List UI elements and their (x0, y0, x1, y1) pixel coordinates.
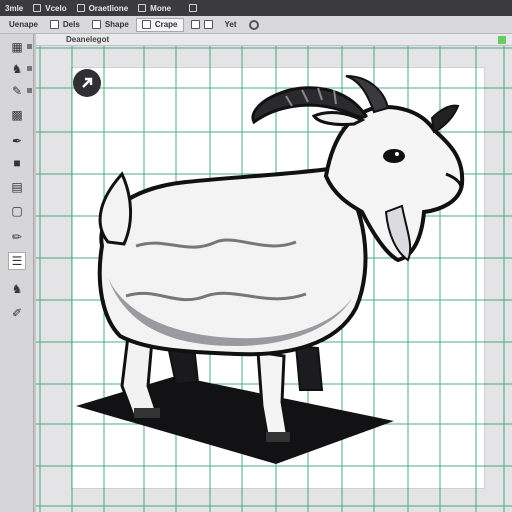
menu-more-label: Mone (150, 3, 172, 13)
tab-crape-label: Crape (154, 20, 178, 29)
tab-dels[interactable]: Dels (45, 18, 85, 32)
menu-extra[interactable] (176, 0, 202, 16)
menu-more[interactable]: Mone (133, 0, 176, 16)
tab-shape-label: Shape (104, 20, 129, 29)
menu-bar: 3mle Vcelo Oraetlione Mone (0, 0, 512, 16)
tool-select[interactable]: ☰ (8, 252, 26, 270)
tool-brush[interactable]: ✎ (8, 82, 26, 100)
shape-icon: ■ (13, 156, 21, 170)
move-icon: ▦ (11, 40, 23, 54)
layer-icon (49, 20, 59, 29)
gear-icon (248, 19, 259, 30)
tool-text[interactable]: ▤ (8, 178, 26, 196)
document-tab-bar: Deanelegot (36, 34, 512, 46)
menu-file[interactable]: 3mle (0, 0, 28, 16)
animal-icon: ♞ (11, 282, 23, 296)
status-marker-icon (498, 36, 506, 44)
frame-icon: ▢ (11, 204, 23, 218)
checkbox-icon (189, 4, 198, 12)
brush-icon: ✎ (11, 84, 23, 98)
tab-undo[interactable]: Uenape (4, 18, 43, 32)
workspace[interactable] (36, 46, 512, 512)
crop-icon (141, 20, 151, 29)
tool-sketch[interactable]: ✏ (8, 228, 26, 246)
tab-check[interactable] (186, 18, 218, 32)
sketch-icon: ✏ (11, 230, 23, 244)
tool-layers[interactable]: ▩ (8, 106, 26, 124)
shape-icon (91, 20, 101, 29)
select-icon: ☰ (11, 254, 23, 268)
expand-icon[interactable] (27, 44, 32, 49)
tool-draw[interactable]: ✐ (8, 304, 26, 322)
app-window: 3mle Vcelo Oraetlione Mone Uenape Dels S… (0, 0, 512, 512)
tool-shape[interactable]: ■ (8, 154, 26, 172)
pen-icon: ✒ (11, 134, 23, 148)
goat-icon: ♞ (11, 62, 23, 76)
menu-create[interactable]: Oraetlione (72, 0, 134, 16)
checkbox-icon (33, 4, 42, 12)
document-title[interactable]: Deanelegot (66, 35, 109, 44)
checkbox-icon (76, 4, 85, 12)
layers-icon: ▩ (11, 108, 23, 122)
tool-animal[interactable]: ♞ (8, 280, 26, 298)
menu-file-label: 3mle (5, 3, 24, 13)
tab-shape[interactable]: Shape (87, 18, 134, 32)
expand-icon[interactable] (27, 88, 32, 93)
expand-arrow-icon (82, 77, 93, 88)
grid-overlay (36, 46, 512, 512)
goat-illustration[interactable] (76, 75, 465, 464)
checkbox-icon (190, 20, 200, 29)
tab-yet[interactable]: Yet (220, 18, 242, 32)
tab-undo-label: Uenape (9, 20, 38, 29)
menu-create-label: Oraetlione (88, 3, 129, 13)
settings-button[interactable] (244, 18, 264, 32)
expand-icon[interactable] (27, 66, 32, 71)
toolbar: Uenape Dels Shape Crape Yet (0, 16, 512, 34)
tab-dels-label: Dels (62, 20, 80, 29)
tool-move[interactable]: ▦ (8, 38, 26, 56)
checkbox-icon (203, 20, 213, 29)
checkbox-icon (138, 4, 147, 12)
tab-crape[interactable]: Crape (135, 17, 184, 32)
tool-panel: ▦ ♞ ✎ ▩ ✒ ■ ▤ ▢ ✏ ☰ ♞ ✐ (0, 34, 34, 512)
tab-yet-label: Yet (224, 20, 237, 29)
tool-pen[interactable]: ✒ (8, 132, 26, 150)
tool-frame[interactable]: ▢ (8, 202, 26, 220)
expand-button[interactable] (73, 69, 101, 97)
menu-view-label: Vcelo (45, 3, 67, 13)
tool-goat[interactable]: ♞ (8, 60, 26, 78)
menu-view[interactable]: Vcelo (28, 0, 71, 16)
text-icon: ▤ (11, 180, 23, 194)
draw-icon: ✐ (11, 306, 23, 320)
